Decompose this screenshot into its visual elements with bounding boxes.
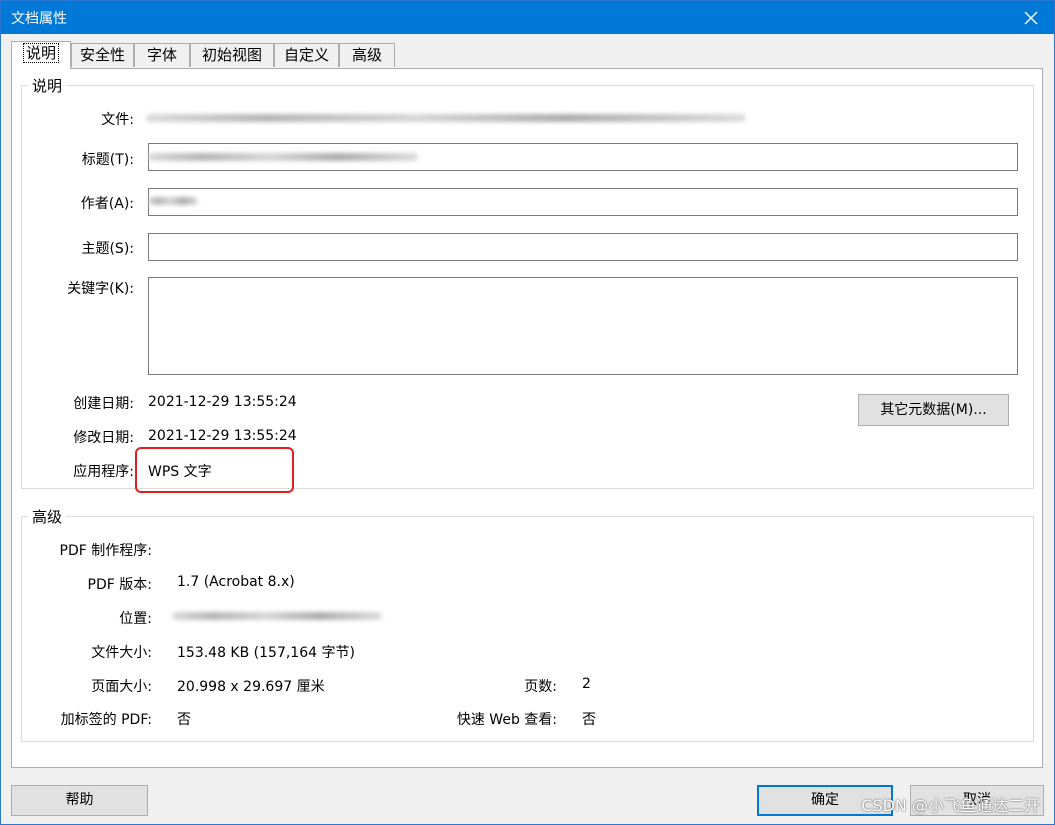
close-icon: [1024, 11, 1038, 24]
tab-panel: 说明 文件: 标题(T): 作者(A): 主题(S): 关键字(K): 创建日期…: [11, 68, 1043, 768]
tab-fonts[interactable]: 字体: [134, 43, 190, 67]
author-value-redacted: [148, 197, 198, 205]
document-properties-dialog: 文档属性 说明 安全性 字体 初始视图 自定义 高级 说明 文件: 标题(T):…: [0, 0, 1055, 825]
help-button[interactable]: 帮助: [11, 785, 148, 816]
location-value-redacted: [172, 612, 382, 620]
file-value-redacted: [146, 114, 746, 122]
pdf-version-value: 1.7 (Acrobat 8.x): [177, 574, 295, 590]
pages-label: 页数:: [524, 679, 557, 695]
fast-web-view-label: 快速 Web 查看:: [456, 712, 557, 728]
location-label: 位置:: [119, 611, 152, 627]
tab-security[interactable]: 安全性: [71, 43, 134, 67]
keywords-field[interactable]: [148, 277, 1018, 375]
application-label: 应用程序:: [73, 464, 134, 480]
created-label: 创建日期:: [73, 396, 134, 412]
highlight-box: [135, 447, 294, 493]
tab-advanced[interactable]: 高级: [339, 43, 395, 67]
tagged-pdf-value: 否: [177, 712, 191, 728]
description-group: 说明 文件: 标题(T): 作者(A): 主题(S): 关键字(K): 创建日期…: [21, 75, 1034, 493]
file-size-label: 文件大小:: [91, 645, 152, 661]
subject-label: 主题(S):: [81, 241, 134, 257]
subject-field[interactable]: [148, 233, 1018, 261]
page-size-label: 页面大小:: [91, 679, 152, 695]
created-value: 2021-12-29 13:55:24: [148, 394, 297, 410]
tab-description[interactable]: 说明: [11, 41, 71, 69]
tab-initial-view[interactable]: 初始视图: [190, 43, 274, 67]
pdf-version-label: PDF 版本:: [87, 577, 152, 593]
modified-label: 修改日期:: [73, 430, 134, 446]
title-label: 标题(T):: [81, 152, 134, 168]
file-size-value: 153.48 KB (157,164 字节): [177, 645, 355, 661]
page-size-value: 20.998 x 29.697 厘米: [177, 679, 325, 695]
title-bar[interactable]: 文档属性: [1, 1, 1054, 34]
description-group-title: 说明: [28, 75, 67, 96]
fast-web-view-value: 否: [582, 712, 596, 728]
tagged-pdf-label: 加标签的 PDF:: [60, 712, 152, 728]
more-metadata-button[interactable]: 其它元数据(M)...: [858, 394, 1009, 426]
window-title: 文档属性: [11, 11, 67, 27]
author-field[interactable]: [148, 188, 1018, 216]
watermark: CSDN @小飞鱼通达二开: [861, 796, 1040, 815]
pdf-producer-label: PDF 制作程序:: [59, 543, 152, 559]
tab-custom[interactable]: 自定义: [274, 43, 339, 67]
pages-value: 2: [582, 676, 591, 692]
advanced-group-title: 高级: [28, 506, 67, 527]
advanced-group: 高级 PDF 制作程序: PDF 版本: 1.7 (Acrobat 8.x) 位…: [21, 506, 1034, 742]
modified-value: 2021-12-29 13:55:24: [148, 428, 297, 444]
title-value-redacted: [148, 153, 418, 161]
close-button[interactable]: [1008, 1, 1054, 34]
author-label: 作者(A):: [80, 196, 134, 212]
file-label: 文件:: [101, 112, 134, 128]
keywords-label: 关键字(K):: [67, 281, 134, 297]
